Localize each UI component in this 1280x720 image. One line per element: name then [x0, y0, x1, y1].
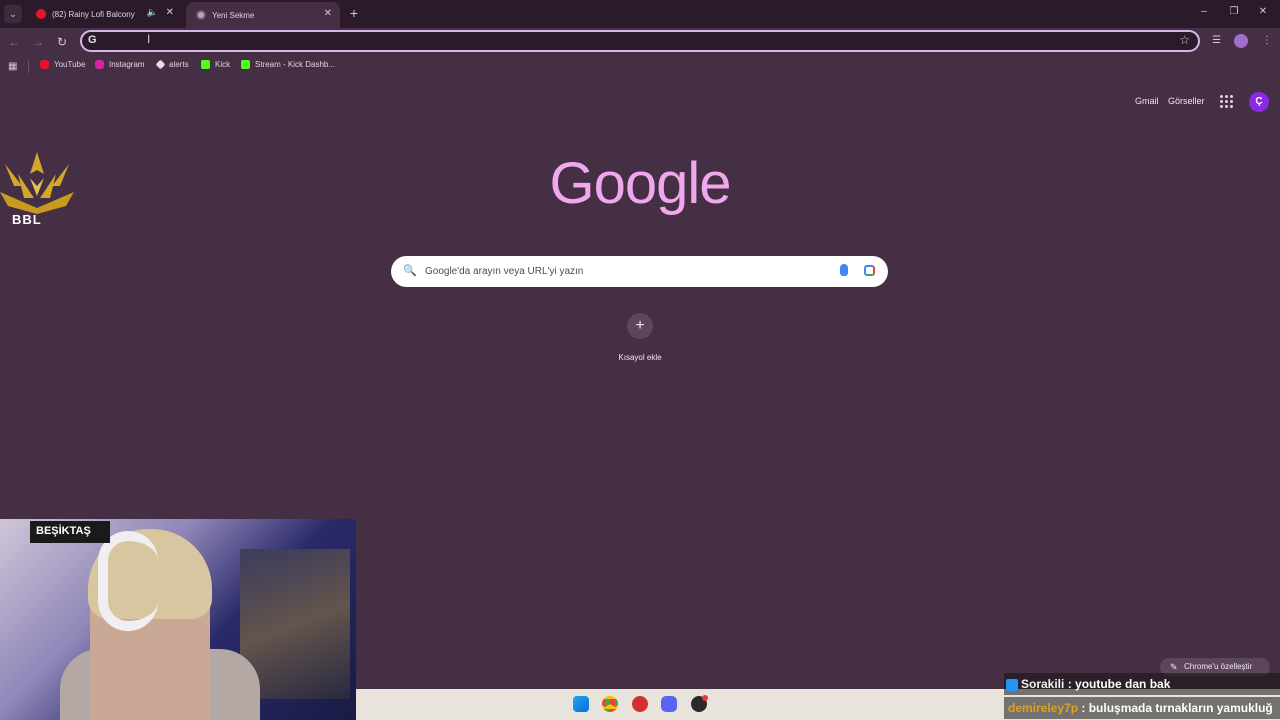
close-tab-icon[interactable]: ✕ — [324, 8, 332, 19]
chrome-taskbar-icon[interactable] — [602, 696, 618, 712]
google-g-icon: G — [88, 34, 97, 46]
search-icon: 🔍 — [403, 265, 417, 277]
webcam-overlay: BEŞİKTAŞ — [0, 519, 356, 720]
apps-grid-icon[interactable]: ▦ — [8, 61, 17, 72]
tab-label: (82) Rainy Lofi Balcony — [52, 9, 135, 19]
add-shortcut-button[interactable]: + — [627, 313, 653, 339]
youtube-icon — [36, 9, 46, 19]
kick-icon — [241, 60, 250, 69]
close-tab-icon[interactable]: ✕ — [166, 7, 174, 18]
customize-label: Chrome'u özelleştir — [1184, 662, 1253, 671]
toolbar: ← → ↻ G ☆ ☰ ⋮ — [0, 28, 1280, 56]
bookmark-label: alerts — [169, 60, 189, 69]
diamond-icon — [155, 59, 166, 70]
microphone-icon[interactable] — [840, 264, 848, 276]
recording-dot-icon — [702, 695, 708, 701]
tab-strip: ⌄ (82) Rainy Lofi Balcony 🔈 ✕ Yeni Sekme… — [0, 0, 1280, 28]
menu-icon[interactable]: ⋮ — [1262, 35, 1272, 46]
bookmark-label: Stream - Kick Dashb... — [255, 60, 336, 69]
new-tab-button[interactable]: + — [347, 5, 361, 21]
address-bar[interactable]: G ☆ — [80, 30, 1200, 52]
bookmark-star-icon[interactable]: ☆ — [1179, 33, 1190, 47]
windows-start-icon[interactable] — [573, 696, 589, 712]
chat-message: demireley7p : buluşmada tırnakların yamu… — [1004, 697, 1280, 719]
google-lens-icon[interactable] — [864, 265, 875, 276]
bookmark-label: Kick — [215, 60, 231, 69]
bbl-brand-text: BBL — [12, 212, 42, 227]
forward-icon[interactable]: → — [29, 33, 47, 51]
bookmark-alerts[interactable]: alerts — [155, 59, 189, 70]
close-window-icon[interactable]: ✕ — [1256, 6, 1270, 17]
app-taskbar-icon[interactable] — [632, 696, 648, 712]
kick-chat-icon — [1006, 678, 1018, 691]
tab-search-button[interactable]: ⌄ — [4, 5, 22, 23]
bookmark-instagram[interactable]: Instagram — [95, 60, 145, 69]
speaker-icon[interactable]: 🔈 — [147, 7, 158, 18]
images-link[interactable]: Görseller — [1168, 96, 1205, 106]
chat-text: : youtube dan bak — [1064, 677, 1171, 691]
bookmark-label: YouTube — [54, 60, 86, 69]
chrome-icon — [196, 10, 206, 20]
bookmark-label: Instagram — [109, 60, 145, 69]
search-input[interactable] — [425, 263, 815, 280]
minimize-icon[interactable]: – — [1197, 6, 1211, 17]
instagram-icon — [95, 60, 104, 69]
text-cursor-icon: I — [147, 32, 151, 46]
add-shortcut-label: Kısayol ekle — [618, 353, 662, 362]
google-logo: Google — [549, 151, 731, 216]
headset — [98, 531, 158, 631]
discord-icon[interactable] — [661, 696, 677, 712]
chat-text: : buluşmada tırnakların yamukluğ — [1078, 701, 1273, 715]
bookmarks-bar: ▦ YouTube Instagram alerts Kick Stream -… — [0, 57, 1280, 77]
tab-lofi[interactable]: (82) Rainy Lofi Balcony 🔈 ✕ — [26, 0, 182, 28]
divider — [28, 61, 29, 73]
bookmark-youtube[interactable]: YouTube — [40, 60, 85, 69]
google-apps-icon[interactable] — [1220, 95, 1233, 108]
back-icon[interactable]: ← — [5, 33, 23, 51]
restore-icon[interactable]: ❐ — [1227, 6, 1241, 17]
bookmark-kick[interactable]: Kick — [201, 60, 230, 69]
reload-icon[interactable]: ↻ — [53, 33, 71, 51]
gmail-link[interactable]: Gmail — [1135, 96, 1159, 106]
tab-new-tab[interactable]: Yeni Sekme ✕ — [186, 2, 340, 28]
chat-message: Sorakili : youtube dan bak — [1004, 673, 1280, 695]
chat-username: Sorakili — [1021, 677, 1065, 691]
reading-list-icon[interactable]: ☰ — [1212, 35, 1221, 46]
tab-label: Yeni Sekme — [212, 10, 255, 20]
bookmark-kick-dashboard[interactable]: Stream - Kick Dashb... — [241, 60, 335, 69]
chat-username: demireley7p — [1008, 701, 1079, 715]
kick-icon — [201, 60, 210, 69]
profile-icon[interactable] — [1234, 34, 1248, 48]
youtube-icon — [40, 60, 49, 69]
wall-poster: BEŞİKTAŞ — [30, 521, 110, 543]
account-avatar[interactable]: Ç — [1249, 92, 1269, 112]
search-box[interactable]: 🔍 — [391, 256, 888, 287]
